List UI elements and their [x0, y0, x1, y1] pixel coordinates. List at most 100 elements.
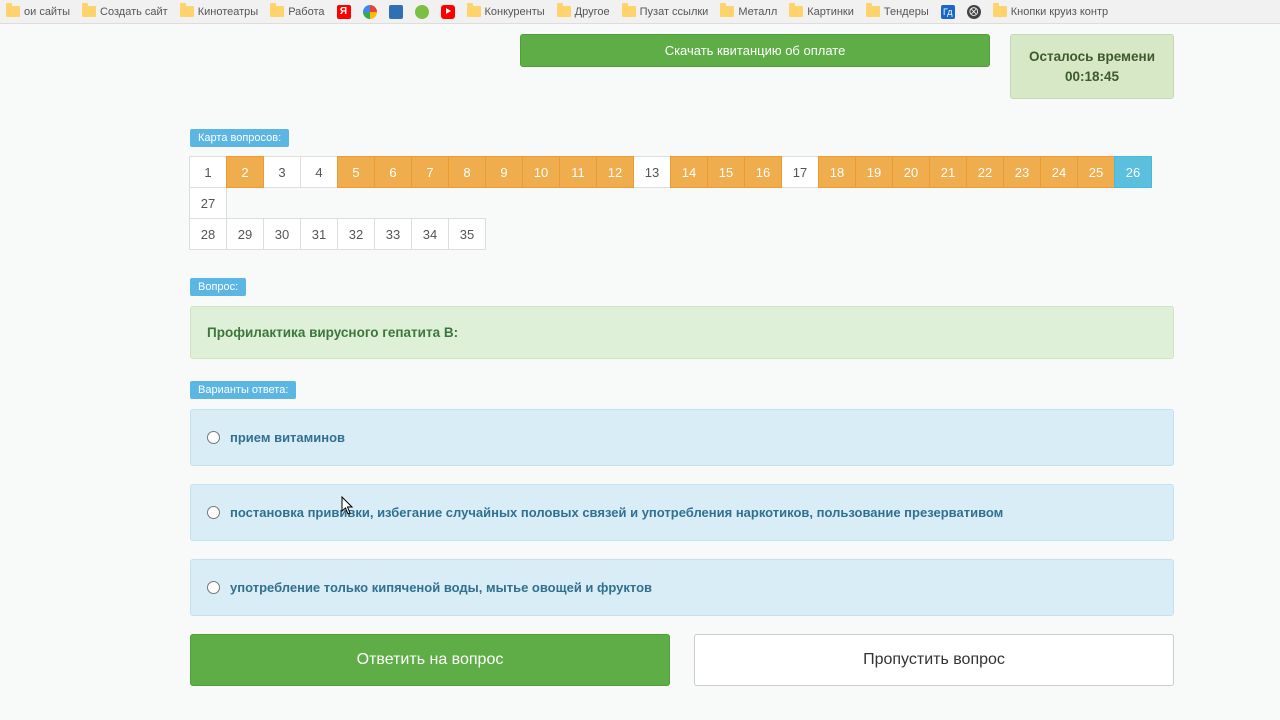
bookmark-item[interactable] [389, 5, 403, 19]
question-cell-14[interactable]: 14 [670, 156, 708, 188]
question-cell-25[interactable]: 25 [1077, 156, 1115, 188]
page-content: Скачать квитанцию об оплате Осталось вре… [90, 24, 1190, 716]
question-cell-35[interactable]: 35 [448, 218, 486, 250]
folder-icon [82, 6, 96, 17]
question-cell-23[interactable]: 23 [1003, 156, 1041, 188]
timer-value: 00:18:45 [1029, 67, 1155, 87]
question-map-chip: Карта вопросов: [190, 129, 289, 147]
bookmark-label: ои сайты [24, 6, 70, 18]
question-cell-19[interactable]: 19 [855, 156, 893, 188]
bookmarks-bar: ои сайты Создать сайт Кинотеатры Работа Я Кон… [0, 0, 1280, 24]
question-cell-28[interactable]: 28 [189, 218, 227, 250]
bookmark-label: Пузат ссылки [640, 6, 709, 18]
question-cell-3[interactable]: 3 [263, 156, 301, 188]
question-chip: Вопрос: [190, 278, 246, 296]
bookmark-item[interactable] [363, 5, 377, 19]
site-icon [415, 5, 429, 19]
answer-option[interactable]: прием витаминов [190, 409, 1174, 466]
question-cell-12[interactable]: 12 [596, 156, 634, 188]
question-cell-2[interactable]: 2 [226, 156, 264, 188]
question-cell-32[interactable]: 32 [337, 218, 375, 250]
bookmark-label: Картинки [807, 6, 854, 18]
folder-icon [993, 6, 1007, 17]
question-cell-26[interactable]: 26 [1114, 156, 1152, 188]
question-cell-21[interactable]: 21 [929, 156, 967, 188]
bookmark-item[interactable]: Тендеры [866, 6, 929, 18]
bookmark-label: Металл [738, 6, 777, 18]
question-cell-34[interactable]: 34 [411, 218, 449, 250]
question-cell-31[interactable]: 31 [300, 218, 338, 250]
question-cell-22[interactable]: 22 [966, 156, 1004, 188]
folder-icon [467, 6, 481, 17]
folder-icon [789, 6, 803, 17]
bookmark-item[interactable]: Гд [941, 5, 955, 19]
bookmark-item[interactable]: Создать сайт [82, 6, 168, 18]
youtube-icon [441, 5, 455, 19]
answer-radio[interactable] [207, 431, 220, 444]
bookmark-label: Кнопки круиз контр [1011, 6, 1108, 18]
answer-button[interactable]: Ответить на вопрос [190, 634, 670, 686]
skip-button[interactable]: Пропустить вопрос [694, 634, 1174, 686]
question-cell-10[interactable]: 10 [522, 156, 560, 188]
question-cell-11[interactable]: 11 [559, 156, 597, 188]
timer-label: Осталось времени [1029, 47, 1155, 67]
question-text: Профилактика вирусного гепатита В: [190, 306, 1174, 359]
question-cell-8[interactable]: 8 [448, 156, 486, 188]
question-cell-16[interactable]: 16 [744, 156, 782, 188]
site-icon [389, 5, 403, 19]
folder-icon [6, 6, 20, 17]
question-cell-33[interactable]: 33 [374, 218, 412, 250]
site-icon: ⨂ [967, 5, 981, 19]
question-cell-17[interactable]: 17 [781, 156, 819, 188]
bookmark-label: Кинотеатры [198, 6, 258, 18]
bookmark-item[interactable]: Я [337, 5, 351, 19]
bookmark-item[interactable]: ои сайты [6, 6, 70, 18]
question-map: 1234567891011121314151617181920212223242… [190, 157, 1174, 250]
answer-option[interactable]: употребление только кипяченой воды, мыть… [190, 559, 1174, 616]
bookmark-item[interactable]: Кнопки круиз контр [993, 6, 1108, 18]
question-cell-20[interactable]: 20 [892, 156, 930, 188]
question-cell-24[interactable]: 24 [1040, 156, 1078, 188]
answer-radio[interactable] [207, 581, 220, 594]
question-cell-4[interactable]: 4 [300, 156, 338, 188]
bookmark-item[interactable]: Металл [720, 6, 777, 18]
bookmark-label: Создать сайт [100, 6, 168, 18]
download-receipt-button[interactable]: Скачать квитанцию об оплате [520, 34, 990, 67]
bookmark-item[interactable]: Кинотеатры [180, 6, 258, 18]
bookmark-item[interactable]: Конкуренты [467, 6, 545, 18]
google-icon [363, 5, 377, 19]
bookmark-item[interactable]: Картинки [789, 6, 854, 18]
question-cell-6[interactable]: 6 [374, 156, 412, 188]
bookmark-label: Конкуренты [485, 6, 545, 18]
question-cell-30[interactable]: 30 [263, 218, 301, 250]
top-row: Скачать квитанцию об оплате Осталось вре… [190, 24, 1174, 99]
bookmark-item[interactable]: Другое [557, 6, 610, 18]
answer-text: прием витаминов [230, 430, 345, 445]
bookmark-item[interactable] [441, 5, 455, 19]
question-cell-18[interactable]: 18 [818, 156, 856, 188]
answer-option[interactable]: постановка прививки, избегание случайных… [190, 484, 1174, 541]
folder-icon [622, 6, 636, 17]
answer-text: употребление только кипяченой воды, мыть… [230, 580, 652, 595]
question-cell-13[interactable]: 13 [633, 156, 671, 188]
bookmark-label: Работа [288, 6, 324, 18]
question-cell-29[interactable]: 29 [226, 218, 264, 250]
question-cell-9[interactable]: 9 [485, 156, 523, 188]
answers-chip: Варианты ответа: [190, 381, 296, 399]
question-cell-27[interactable]: 27 [189, 187, 227, 219]
answer-radio[interactable] [207, 506, 220, 519]
bookmark-item[interactable]: ⨂ [967, 5, 981, 19]
folder-icon [720, 6, 734, 17]
folder-icon [270, 6, 284, 17]
bookmark-label: Тендеры [884, 6, 929, 18]
question-cell-7[interactable]: 7 [411, 156, 449, 188]
bookmark-item[interactable] [415, 5, 429, 19]
timer-box: Осталось времени 00:18:45 [1010, 34, 1174, 99]
question-cell-15[interactable]: 15 [707, 156, 745, 188]
question-cell-1[interactable]: 1 [189, 156, 227, 188]
folder-icon [866, 6, 880, 17]
bookmark-item[interactable]: Пузат ссылки [622, 6, 709, 18]
question-cell-5[interactable]: 5 [337, 156, 375, 188]
button-row: Ответить на вопрос Пропустить вопрос [190, 634, 1174, 686]
bookmark-item[interactable]: Работа [270, 6, 324, 18]
